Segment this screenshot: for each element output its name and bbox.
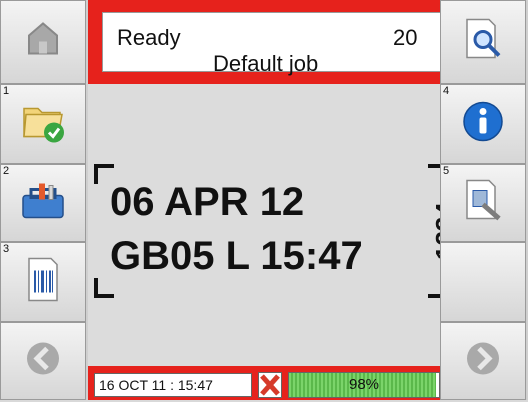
message-preview[interactable]: 06 APR 12 GB05 L 15:47 1234	[88, 84, 460, 366]
barcode-icon	[25, 257, 61, 308]
button-3[interactable]: 3	[0, 242, 86, 322]
tools-icon	[461, 179, 505, 228]
button-number: 3	[3, 243, 10, 255]
button-number: 5	[443, 165, 450, 177]
left-arrow-icon	[25, 341, 61, 382]
preview-line-2: GB05 L 15:47	[110, 234, 363, 278]
button-5[interactable]: 5	[440, 164, 526, 242]
red-x-icon	[259, 374, 281, 401]
home-button[interactable]	[0, 0, 86, 84]
button-number: 2	[3, 165, 10, 177]
print-count: 20	[393, 25, 418, 50]
ink-level-bar[interactable]: 98%	[288, 372, 440, 398]
footer-bar: 16 OCT 11 : 15:47 98%	[88, 366, 458, 400]
printer-screen: 1 2 3 Ready 20 Default job 06 APR 12 GB0…	[0, 0, 528, 400]
button-1[interactable]: 1	[0, 84, 86, 164]
search-icon	[461, 18, 505, 67]
folder-check-icon	[20, 99, 66, 150]
main-display: Ready 20 Default job 06 APR 12 GB05 L 15…	[88, 0, 460, 400]
info-icon	[462, 101, 504, 148]
ink-level-text: 98%	[348, 376, 380, 393]
back-button[interactable]	[0, 322, 86, 400]
button-4[interactable]: 4	[440, 84, 526, 164]
right-arrow-icon	[465, 341, 501, 382]
button-2[interactable]: 2	[0, 164, 86, 242]
blank-button[interactable]	[440, 242, 526, 322]
preview-line-1: 06 APR 12	[110, 180, 305, 224]
home-icon	[23, 20, 63, 65]
left-button-column: 1 2 3	[0, 0, 88, 400]
job-name: Default job	[213, 51, 319, 76]
toolbox-icon	[19, 180, 67, 227]
error-button[interactable]	[258, 372, 282, 398]
date-time: 16 OCT 11 : 15:47	[94, 373, 252, 397]
button-number: 1	[3, 85, 10, 97]
search-button[interactable]	[440, 0, 526, 84]
printer-state: Ready	[117, 25, 181, 50]
forward-button[interactable]	[440, 322, 526, 400]
status-box[interactable]: Ready 20 Default job	[102, 12, 442, 76]
right-button-column: 4 5	[440, 0, 528, 400]
button-number: 4	[443, 85, 450, 97]
frame-corner	[94, 278, 114, 298]
status-bar: Ready 20 Default job	[88, 0, 458, 84]
